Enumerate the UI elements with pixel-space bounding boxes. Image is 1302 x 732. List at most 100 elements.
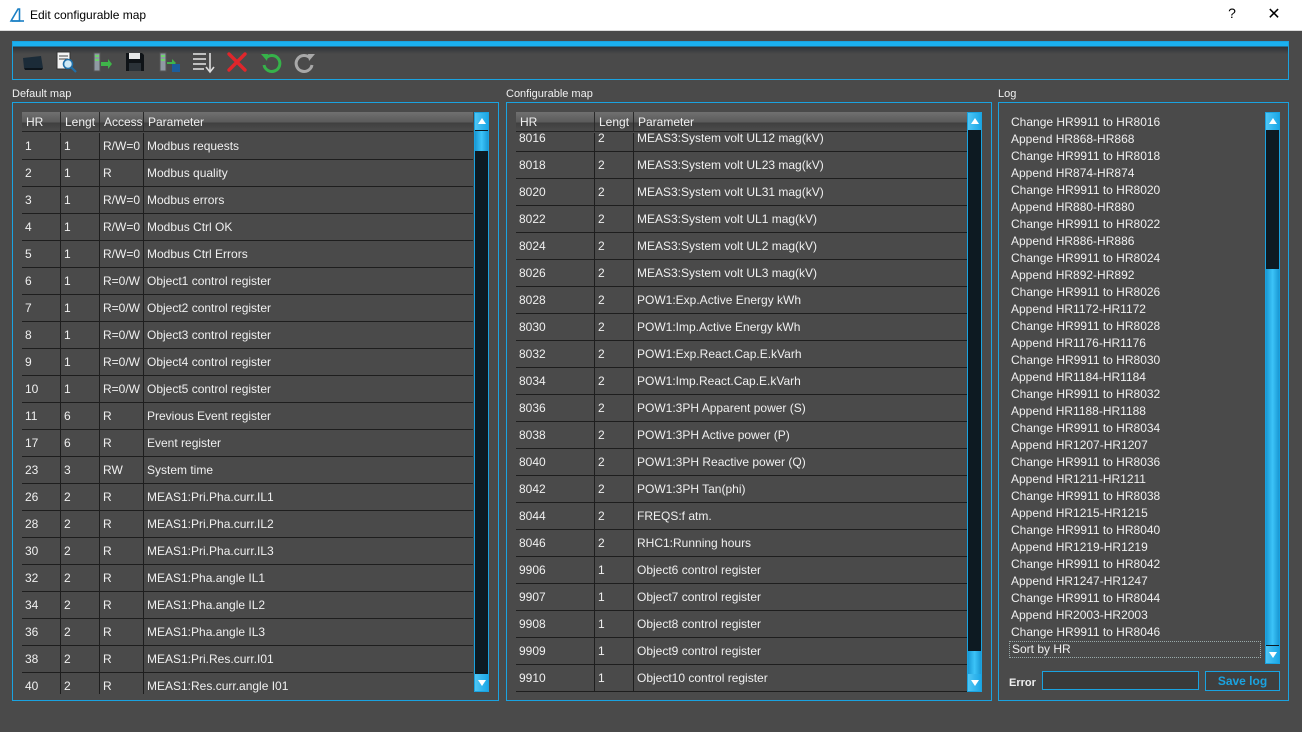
table-row[interactable]: 2 1 R Modbus quality (22, 160, 473, 187)
table-row[interactable]: 28 2 R MEAS1:Pri.Pha.curr.IL2 (22, 511, 473, 538)
scroll-down-button[interactable] (968, 674, 981, 691)
table-row[interactable]: 32 2 R MEAS1:Pha.angle IL1 (22, 565, 473, 592)
save-log-button[interactable]: Save log (1205, 671, 1280, 691)
table-row[interactable]: 30 2 R MEAS1:Pri.Pha.curr.IL3 (22, 538, 473, 565)
table-row[interactable]: 34 2 R MEAS1:Pha.angle IL2 (22, 592, 473, 619)
table-row[interactable]: 9 1 R=0/W Object4 control register (22, 349, 473, 376)
log-entry[interactable]: Append HR1184-HR1184 (1011, 369, 1146, 386)
scroll-thumb[interactable] (475, 131, 488, 151)
delete-button[interactable] (225, 50, 249, 74)
table-row[interactable]: 8046 2 RHC1:Running hours (516, 530, 967, 557)
table-row[interactable]: 8034 2 POW1:Imp.React.Cap.E.kVarh (516, 368, 967, 395)
table-row[interactable]: 9908 1 Object8 control register (516, 611, 967, 638)
table-row[interactable]: 8038 2 POW1:3PH Active power (P) (516, 422, 967, 449)
log-entry[interactable]: Append HR2003-HR2003 (1011, 607, 1148, 624)
error-field[interactable] (1042, 671, 1199, 690)
log-entry[interactable]: Append HR1211-HR1211 (1011, 471, 1146, 488)
table-row[interactable]: 9906 1 Object6 control register (516, 557, 967, 584)
scroll-down-button[interactable] (475, 674, 488, 691)
log-entry[interactable]: Change HR9911 to HR8032 (1011, 386, 1160, 403)
configurable-map-table[interactable]: HR Lengt Parameter 8016 2 MEAS3:System vol… (516, 112, 967, 694)
redo-button[interactable] (293, 50, 317, 74)
table-row[interactable]: 6 1 R=0/W Object1 control register (22, 268, 473, 295)
preview-button[interactable] (54, 50, 78, 74)
default-map-scrollbar[interactable] (474, 112, 489, 692)
table-row[interactable]: 8026 2 MEAS3:System volt UL3 mag(kV) (516, 260, 967, 287)
scroll-thumb[interactable] (968, 651, 981, 675)
table-row[interactable]: 23 3 RW System time (22, 457, 473, 484)
table-row[interactable]: 17 6 R Event register (22, 430, 473, 457)
log-entry[interactable]: Change HR9911 to HR8034 (1011, 420, 1160, 437)
import-button[interactable] (89, 50, 113, 74)
table-row[interactable]: 8020 2 MEAS3:System volt UL31 mag(kV) (516, 179, 967, 206)
log-entry[interactable]: Append HR1207-HR1207 (1011, 437, 1148, 454)
log-entry[interactable]: Append HR1172-HR1172 (1011, 301, 1146, 318)
column-header-access[interactable]: Access (100, 112, 144, 132)
column-header-hr[interactable]: HR (22, 112, 61, 132)
export-button[interactable] (157, 50, 181, 74)
save-button[interactable] (123, 50, 147, 74)
scroll-up-button[interactable] (968, 113, 981, 130)
scroll-up-button[interactable] (1266, 113, 1279, 130)
table-row[interactable]: 8042 2 POW1:3PH Tan(phi) (516, 476, 967, 503)
table-row[interactable]: 38 2 R MEAS1:Pri.Res.curr.I01 (22, 646, 473, 673)
log-entry[interactable]: Change HR9911 to HR8046 (1011, 624, 1160, 641)
table-row[interactable]: 8 1 R=0/W Object3 control register (22, 322, 473, 349)
table-row[interactable]: 36 2 R MEAS1:Pha.angle IL3 (22, 619, 473, 646)
configurable-map-scrollbar[interactable] (967, 112, 982, 692)
undo-button[interactable] (259, 50, 283, 74)
log-entry[interactable]: Append HR868-HR868 (1011, 131, 1134, 148)
log-entry[interactable]: Append HR1176-HR1176 (1011, 335, 1146, 352)
log-entry[interactable]: Change HR9911 to HR8026 (1011, 284, 1160, 301)
column-header-length[interactable]: Lengt (595, 112, 634, 132)
column-header-parameter[interactable]: Parameter (144, 112, 473, 132)
log-entry[interactable]: Change HR9911 to HR8036 (1011, 454, 1160, 471)
table-row[interactable]: 1 1 R/W=0 Modbus requests (22, 133, 473, 160)
log-entry[interactable]: Append HR874-HR874 (1011, 165, 1134, 182)
table-row[interactable]: 7 1 R=0/W Object2 control register (22, 295, 473, 322)
log-entry[interactable]: Append HR1219-HR1219 (1011, 539, 1148, 556)
table-row[interactable]: 8032 2 POW1:Exp.React.Cap.E.kVarh (516, 341, 967, 368)
scroll-up-button[interactable] (475, 113, 488, 130)
log-entry[interactable]: Append HR892-HR892 (1011, 267, 1134, 284)
sort-button[interactable] (191, 50, 215, 74)
log-scrollbar[interactable] (1265, 112, 1280, 664)
log-entry[interactable]: Change HR9911 to HR8016 (1011, 114, 1160, 131)
table-row[interactable]: 8036 2 POW1:3PH Apparent power (S) (516, 395, 967, 422)
scroll-down-button[interactable] (1266, 646, 1279, 663)
help-button[interactable]: ? (1220, 5, 1244, 25)
table-row[interactable]: 4 1 R/W=0 Modbus Ctrl OK (22, 214, 473, 241)
log-entry[interactable]: Change HR9911 to HR8038 (1011, 488, 1160, 505)
log-entry[interactable]: Append HR1188-HR1188 (1011, 403, 1146, 420)
close-button[interactable]: ✕ (1262, 4, 1286, 26)
table-row[interactable]: 8040 2 POW1:3PH Reactive power (Q) (516, 449, 967, 476)
table-row[interactable]: 8016 2 MEAS3:System volt UL12 mag(kV) (516, 133, 967, 152)
table-row[interactable]: 8030 2 POW1:Imp.Active Energy kWh (516, 314, 967, 341)
log-entry[interactable]: Change HR9911 to HR8022 (1011, 216, 1160, 233)
table-row[interactable]: 8044 2 FREQS:f atm. (516, 503, 967, 530)
table-row[interactable]: 11 6 R Previous Event register (22, 403, 473, 430)
log-entry[interactable]: Append HR1215-HR1215 (1011, 505, 1148, 522)
log-entry[interactable]: Append HR880-HR880 (1011, 199, 1134, 216)
open-button[interactable] (21, 50, 45, 74)
log-entry[interactable]: Change HR9911 to HR8020 (1011, 182, 1160, 199)
log-entry[interactable]: Append HR1247-HR1247 (1011, 573, 1148, 590)
table-row[interactable]: 40 2 R MEAS1:Res.curr.angle I01 (22, 673, 473, 694)
log-entry[interactable]: Append HR886-HR886 (1011, 233, 1134, 250)
log-entry[interactable]: Change HR9911 to HR8042 (1011, 556, 1160, 573)
log-entry[interactable]: Change HR9911 to HR8040 (1011, 522, 1160, 539)
table-row[interactable]: 8028 2 POW1:Exp.Active Energy kWh (516, 287, 967, 314)
table-row[interactable]: 8024 2 MEAS3:System volt UL2 mag(kV) (516, 233, 967, 260)
column-header-hr[interactable]: HR (516, 112, 595, 132)
log-list[interactable]: Change HR9911 to HR8016 Append HR868-HR86… (1008, 112, 1266, 664)
log-entry[interactable]: Sort by HR (1009, 641, 1261, 658)
table-row[interactable]: 10 1 R=0/W Object5 control register (22, 376, 473, 403)
table-row[interactable]: 3 1 R/W=0 Modbus errors (22, 187, 473, 214)
log-entry[interactable]: Change HR9911 to HR8024 (1011, 250, 1160, 267)
column-header-parameter[interactable]: Parameter (634, 112, 967, 132)
table-row[interactable]: 9907 1 Object7 control register (516, 584, 967, 611)
log-entry[interactable]: Change HR9911 to HR8018 (1011, 148, 1160, 165)
table-row[interactable]: 26 2 R MEAS1:Pri.Pha.curr.IL1 (22, 484, 473, 511)
column-header-length[interactable]: Lengt (61, 112, 100, 132)
table-row[interactable]: 8022 2 MEAS3:System volt UL1 mag(kV) (516, 206, 967, 233)
